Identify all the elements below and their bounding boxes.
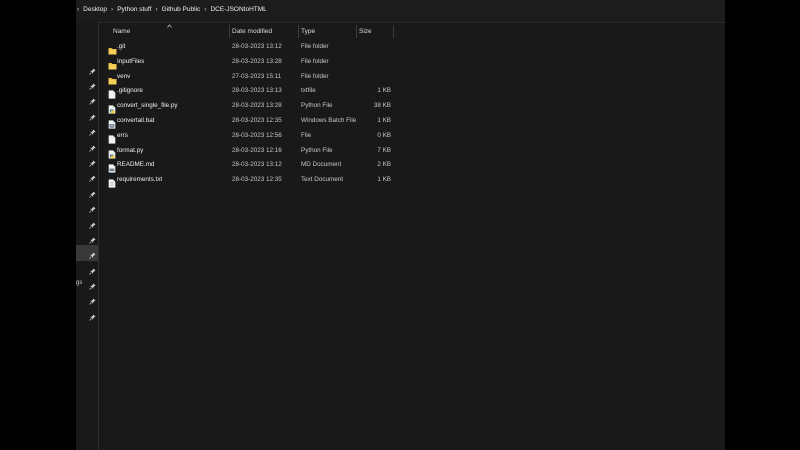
pin-icon[interactable] [89,108,96,121]
file-date: 28-03-2023 13:28 [232,57,282,65]
pin-icon[interactable] [89,246,96,259]
file-date: 28-03-2023 13:28 [232,102,282,110]
folder-icon [108,42,117,55]
chevron-right-icon[interactable]: › [111,6,113,13]
pin-icon[interactable] [89,154,96,167]
pin-icon[interactable] [89,62,96,75]
file-date: 28-03-2023 13:13 [232,87,282,95]
file-type: Windows Batch File [301,117,357,124]
pin-icon[interactable] [89,123,96,136]
pin-icon[interactable] [89,262,96,275]
sort-ascending-icon [167,24,172,28]
file-list: Name Date modified Type Size .git 28-03-2… [99,22,725,450]
chevron-right-icon[interactable]: › [204,6,206,13]
column-header-type[interactable]: Type [301,28,315,35]
document-icon [108,131,116,144]
file-type: File folder [301,57,329,65]
file-date: 28-03-2023 13:12 [232,161,282,169]
file-name: format.py [117,146,144,154]
file-name: InputFiles [117,57,145,65]
nav-item-label[interactable]: gs [76,280,82,286]
file-explorer-window: › Desktop › Python stuff › Github Public › DCE-… [76,0,725,450]
pin-icon[interactable] [89,92,96,105]
column-divider[interactable] [393,25,394,38]
file-size: 1 KB [377,176,391,184]
file-name: .git [117,43,126,50]
file-name: convert_single_file.py [117,102,178,110]
pin-icon[interactable] [89,169,96,182]
pin-icon[interactable] [89,277,96,290]
batch-file-icon [108,116,116,129]
file-size: 38 KB [373,102,391,110]
navigation-pane: gs [76,22,99,450]
file-type: Python File [301,102,333,110]
file-row[interactable]: errs 28-03-2023 12:56 File 0 KB [99,129,725,144]
pin-icon[interactable] [89,308,96,321]
file-row[interactable]: convertall.bat 28-03-2023 12:35 Windows Ba… [99,114,725,129]
folder-icon [108,72,117,85]
file-name: convertall.bat [117,117,155,124]
file-name: README.md [117,161,155,169]
file-row[interactable]: requirements.txt 28-03-2023 12:35 Text Doc… [99,173,725,188]
chevron-right-icon[interactable]: › [77,6,79,13]
breadcrumb: › Desktop › Python stuff › Github Public › DCE-… [76,6,267,13]
file-date: 27-03-2023 15:11 [232,72,282,80]
pin-icon[interactable] [89,231,96,244]
file-row[interactable]: README.md 28-03-2023 13:12 MD Document 2 KB [99,158,725,174]
file-size: 7 KB [377,146,391,154]
breadcrumb-item-github-public[interactable]: Github Public [162,6,201,13]
column-header-row: Name Date modified Type Size [99,22,725,40]
file-name: venv [117,72,131,80]
file-name: errs [117,131,128,139]
python-file-icon [108,146,116,159]
python-file-icon [108,101,116,114]
file-name: .gitignore [117,87,143,95]
chevron-right-icon[interactable]: › [155,6,157,13]
file-name: requirements.txt [117,176,163,184]
folder-icon [108,57,117,70]
file-row[interactable]: .gitignore 28-03-2023 13:13 txtfile 1 KB [99,84,725,100]
file-date: 28-03-2023 12:35 [232,117,282,124]
file-date: 28-03-2023 12:56 [232,131,282,139]
file-date: 28-03-2023 12:16 [232,146,282,154]
file-date: 28-03-2023 12:35 [232,176,282,184]
file-size: 0 KB [377,131,391,139]
file-type: MD Document [301,161,342,169]
address-bar[interactable]: › Desktop › Python stuff › Github Public › DCE-… [76,0,725,23]
pin-icon[interactable] [89,200,96,213]
file-type: txtfile [301,87,316,95]
breadcrumb-item-desktop[interactable]: Desktop [83,6,107,13]
file-row[interactable]: format.py 28-03-2023 12:16 Python File 7 KB [99,144,725,159]
file-size: 1 KB [377,117,391,124]
pin-icon[interactable] [89,139,96,152]
pin-icon[interactable] [89,185,96,198]
file-date: 28-03-2023 13:12 [232,43,282,50]
file-row[interactable]: venv 27-03-2023 15:11 File folder [99,70,725,85]
file-row[interactable]: convert_single_file.py 28-03-2023 13:28 Py… [99,99,725,114]
file-type: Text Document [301,176,343,184]
file-row[interactable]: .git 28-03-2023 13:12 File folder [99,40,725,55]
column-divider[interactable] [356,25,357,38]
file-row[interactable]: InputFiles 28-03-2023 13:28 File folder [99,55,725,70]
file-type: File folder [301,72,329,80]
column-header-size[interactable]: Size [359,28,372,35]
breadcrumb-item-python-stuff[interactable]: Python stuff [117,6,151,13]
column-divider[interactable] [298,25,299,38]
file-size: 1 KB [377,87,391,95]
column-header-name[interactable]: Name [113,28,130,35]
pin-icon[interactable] [89,292,96,305]
pin-icon[interactable] [89,216,96,229]
pin-icon[interactable] [89,77,96,90]
file-type: File folder [301,43,329,50]
file-size: 2 KB [377,161,391,169]
file-type: Python File [301,146,333,154]
document-icon [108,86,116,100]
markdown-file-icon [108,160,116,174]
column-divider[interactable] [229,25,230,38]
column-header-date[interactable]: Date modified [232,28,272,35]
file-type: File [301,131,312,139]
text-file-icon [108,175,116,188]
breadcrumb-item-current-folder[interactable]: DCE-JSONtoHTML [210,6,266,13]
